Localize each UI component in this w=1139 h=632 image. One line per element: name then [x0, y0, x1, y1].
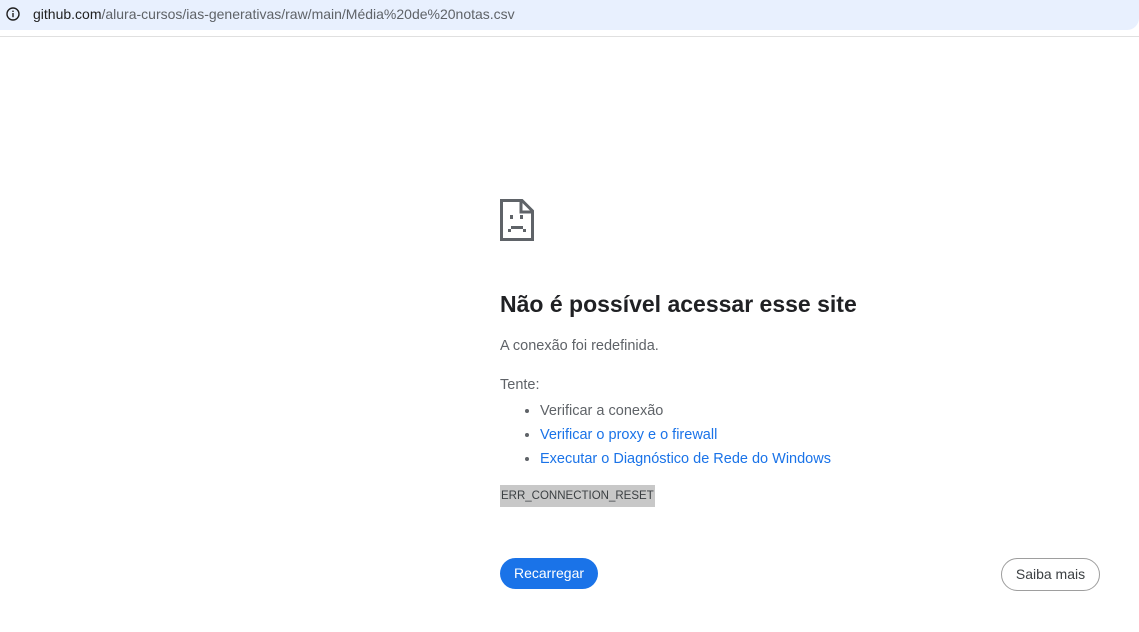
suggestions-label: Tente: — [500, 377, 540, 393]
network-diagnostics-link[interactable]: Executar o Diagnóstico de Rede do Window… — [540, 451, 831, 467]
learn-more-button[interactable]: Saiba mais — [1001, 558, 1100, 591]
address-bar-divider — [0, 36, 1139, 37]
info-icon[interactable] — [6, 7, 20, 21]
url-text[interactable]: github.com/alura-cursos/ias-generativas/… — [33, 6, 515, 22]
suggestion-check-connection: Verificar a conexão — [540, 399, 831, 423]
error-code: ERR_CONNECTION_RESET — [500, 485, 655, 507]
address-bar[interactable]: github.com/alura-cursos/ias-generativas/… — [0, 0, 1139, 30]
check-proxy-firewall-link[interactable]: Verificar o proxy e o firewall — [540, 427, 717, 443]
sad-page-icon — [500, 199, 534, 241]
suggestions-list: Verificar a conexão Verificar o proxy e … — [500, 399, 831, 471]
url-host: github.com — [33, 6, 102, 22]
url-path: /alura-cursos/ias-generativas/raw/main/M… — [101, 6, 515, 22]
suggestion-check-proxy-firewall[interactable]: Verificar o proxy e o firewall — [540, 423, 831, 447]
error-message: A conexão foi redefinida. — [500, 338, 659, 354]
suggestion-network-diagnostics[interactable]: Executar o Diagnóstico de Rede do Window… — [540, 447, 831, 471]
page-title: Não é possível acessar esse site — [500, 291, 857, 317]
reload-button[interactable]: Recarregar — [500, 558, 598, 589]
